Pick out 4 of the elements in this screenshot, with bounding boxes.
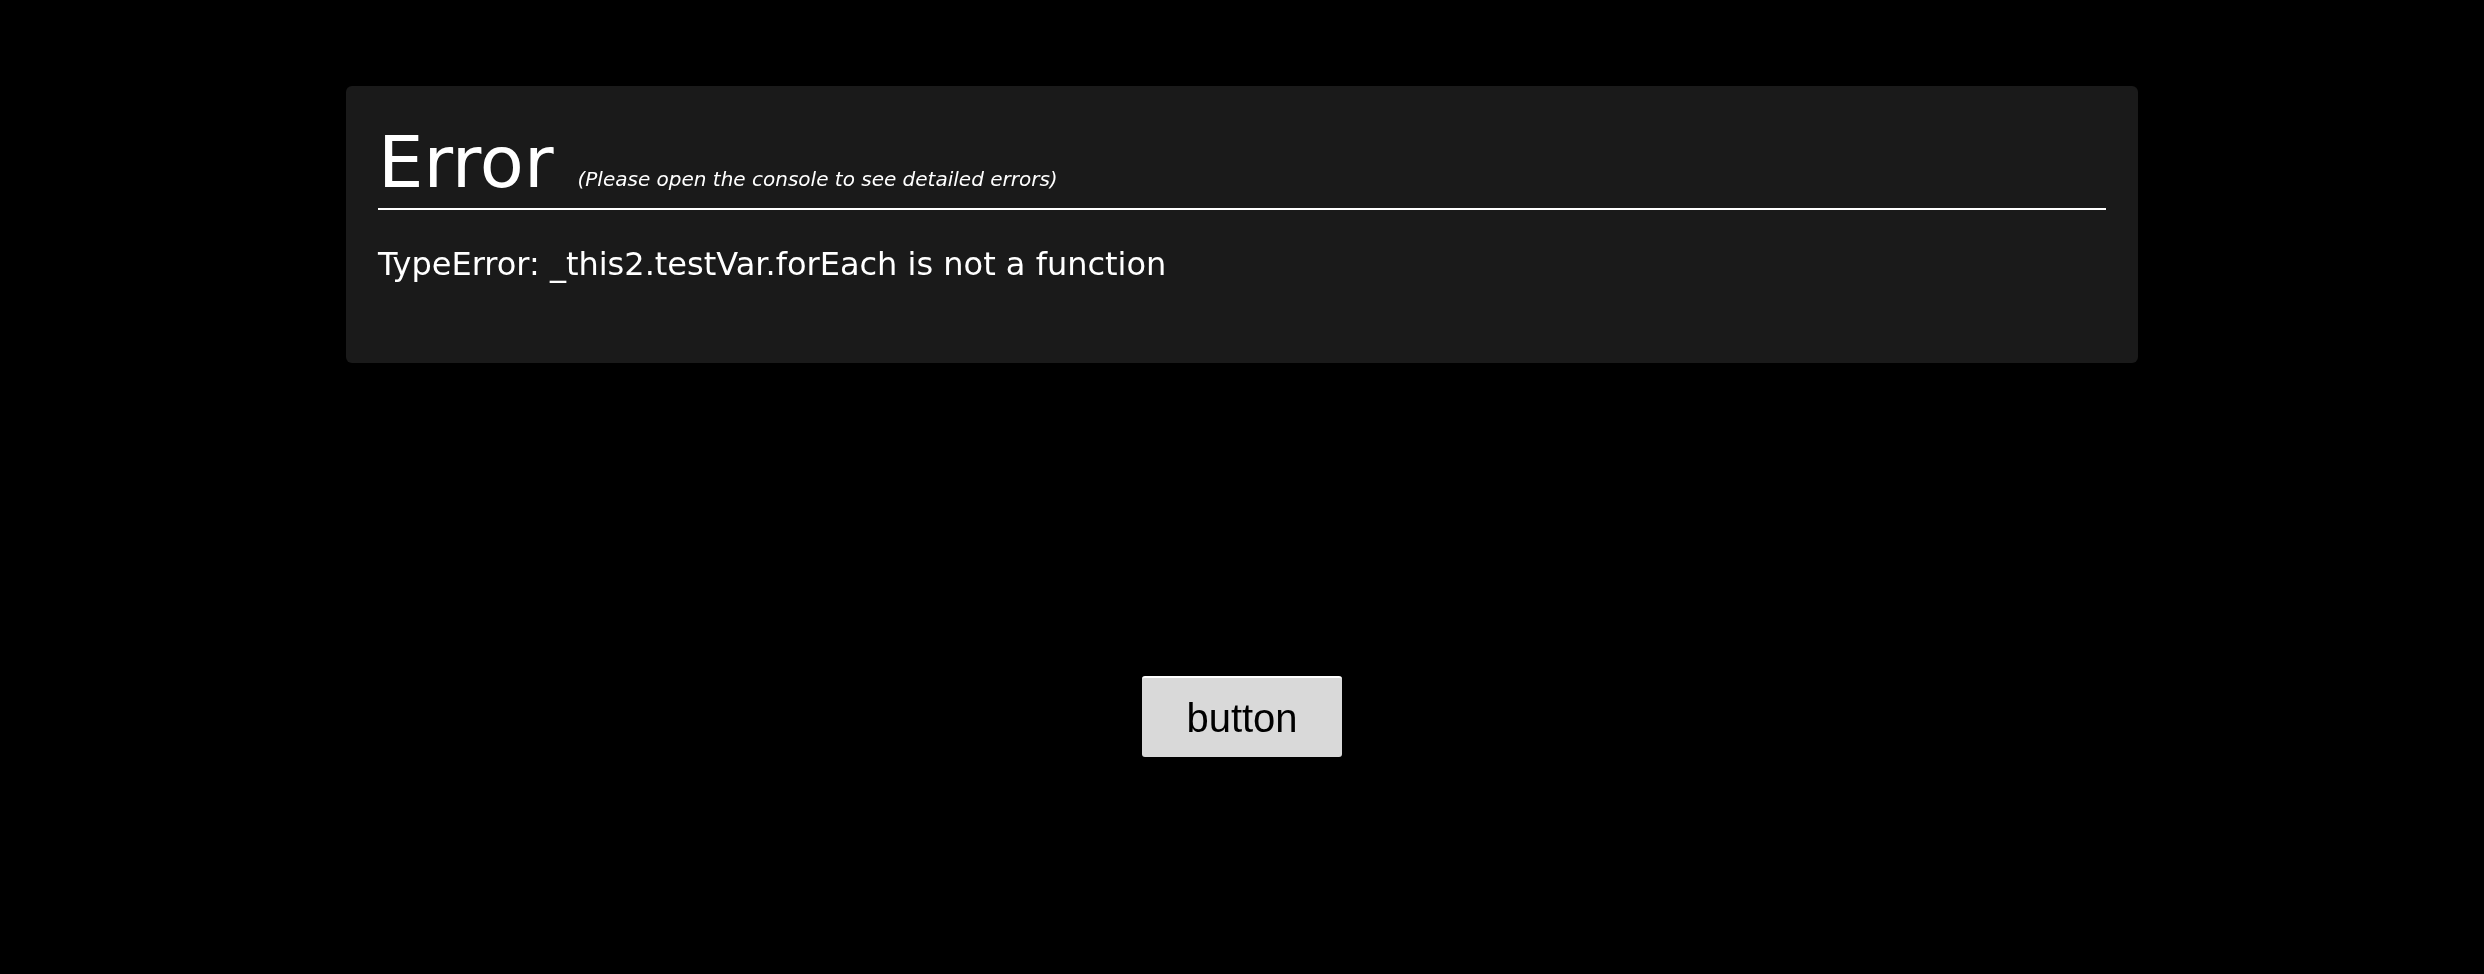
error-title: Error xyxy=(378,126,554,198)
error-message: TypeError: _this2.testVar.forEach is not a function xyxy=(378,244,1168,285)
error-hint: (Please open the console to see detailed errors) xyxy=(577,166,1058,193)
button[interactable]: button xyxy=(1142,676,1342,757)
